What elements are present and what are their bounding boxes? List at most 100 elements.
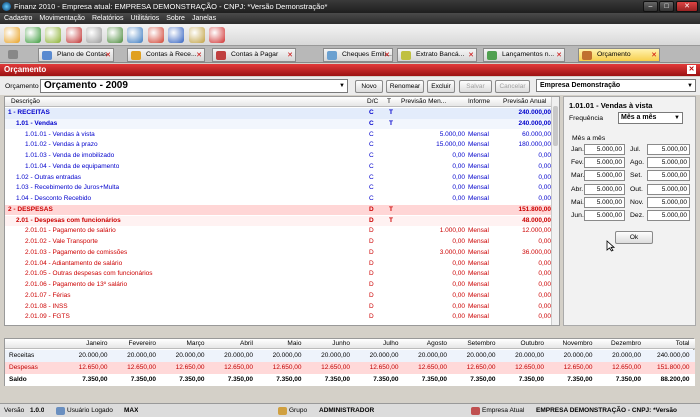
empresa-select[interactable]: Empresa Demonstração ▼ [536, 79, 696, 92]
table-row[interactable]: 2.01.07 - Férias D 0,00 Mensal 0,00 [5, 290, 553, 302]
close-window-button[interactable]: ✕ [676, 1, 698, 12]
month-value-field[interactable]: 5.000,00 [647, 210, 690, 221]
row-prev-mensal[interactable]: 5.000,00 [401, 130, 465, 141]
tab-close-icon[interactable]: ✕ [287, 50, 293, 61]
minimize-button[interactable]: – [643, 1, 658, 12]
month-value-field[interactable]: 5.000,00 [584, 210, 625, 221]
table-row[interactable]: 1.01 - Vendas C T 240.000,00 [5, 118, 553, 130]
table-row[interactable]: 1.01.01 - Vendas à vista C 5.000,00 Mensal 6… [5, 129, 553, 141]
row-informe[interactable]: Mensal [468, 291, 489, 302]
frequencia-select[interactable]: Mês a mês ▼ [618, 112, 683, 124]
tab-2[interactable]: Contas à Pagar ✕ [212, 48, 296, 62]
exchange-icon[interactable] [45, 27, 61, 43]
tab-3[interactable]: Cheques Emiti... ✕ [323, 48, 393, 62]
row-informe[interactable]: Mensal [468, 130, 489, 141]
tab-close-icon[interactable]: ✕ [105, 50, 111, 61]
month-value-field[interactable]: 5.000,00 [647, 170, 690, 182]
maximize-button[interactable]: □ [659, 1, 674, 12]
row-prev-mensal[interactable]: 0,00 [401, 312, 465, 323]
table-row[interactable]: 2.01.04 - Adiantamento de salário D 0,00 Me… [5, 258, 553, 270]
power-icon[interactable] [209, 27, 225, 43]
table-row[interactable]: 1.04 - Desconto Recebido C 0,00 Mensal 0,00 [5, 194, 553, 205]
col-t[interactable]: T [387, 97, 391, 107]
month-value-field[interactable]: 5.000,00 [584, 157, 625, 169]
month-value-field[interactable]: 5.000,00 [584, 170, 625, 182]
key-icon[interactable] [188, 27, 205, 43]
table-row[interactable]: 2 - DESPESAS D T 151.800,00 [5, 204, 553, 216]
table-row[interactable]: 2.01.09 - FGTS D 0,00 Mensal 0,00 [5, 312, 553, 323]
table-row[interactable]: 2.01.02 - Vale Transporte D 0,00 Mensal 0,00 [5, 237, 553, 248]
tab-close-icon[interactable]: ✕ [556, 50, 562, 61]
row-prev-mensal[interactable]: 0,00 [401, 183, 465, 194]
chart-icon[interactable] [127, 27, 143, 43]
row-informe[interactable]: Mensal [468, 226, 489, 237]
scrollbar-thumb[interactable] [553, 106, 558, 146]
row-informe[interactable]: Mensal [468, 269, 489, 280]
tab-close-icon[interactable]: ✕ [651, 50, 657, 61]
tab-close-icon[interactable]: ✕ [384, 50, 390, 61]
col-prev-mensal[interactable]: Previsão Men... [401, 97, 446, 107]
table-row[interactable]: 1.01.02 - Vendas à prazo C 15.000,00 Mensal… [5, 140, 553, 151]
grid-scrollbar[interactable] [551, 97, 559, 325]
row-prev-mensal[interactable]: 0,00 [401, 173, 465, 184]
table-row[interactable]: 2.01.05 - Outras despesas com funcionári… [5, 269, 553, 280]
money-icon[interactable] [24, 27, 41, 43]
month-value-field[interactable]: 5.000,00 [647, 196, 690, 208]
pen-icon[interactable] [86, 27, 102, 43]
tab-close-icon[interactable]: ✕ [196, 50, 202, 61]
cash-icon[interactable] [106, 27, 123, 43]
table-row[interactable]: 2.01.03 - Pagamento de comissões D 3.000,0… [5, 247, 553, 259]
table-row[interactable]: 1.02 - Outras entradas C 0,00 Mensal 0,00 [5, 172, 553, 184]
row-informe[interactable]: Mensal [468, 237, 489, 248]
novo-button[interactable]: Novo [355, 80, 383, 93]
month-value-field[interactable]: 5.000,00 [647, 157, 690, 169]
table-row[interactable]: 1 - RECEITAS C T 240.000,00 [5, 108, 553, 119]
menu-item-1[interactable]: Movimentação [39, 13, 85, 24]
row-prev-mensal[interactable]: 0,00 [401, 259, 465, 270]
row-informe[interactable]: Mensal [468, 173, 489, 184]
tab-close-icon[interactable]: ✕ [468, 50, 474, 61]
tab-1[interactable]: Contas à Rece... ✕ [127, 48, 205, 62]
cancelar-button[interactable]: Cancelar [495, 80, 530, 93]
row-informe[interactable]: Mensal [468, 302, 489, 313]
row-prev-mensal[interactable]: 1.000,00 [401, 226, 465, 237]
orcamento-select[interactable]: Orçamento - 2009 ▼ [40, 79, 348, 93]
tab-0[interactable]: Plano de Contas ✕ [38, 48, 114, 62]
row-prev-mensal[interactable]: 0,00 [401, 291, 465, 302]
row-informe[interactable]: Mensal [468, 151, 489, 162]
table-row[interactable]: 1.03 - Recebimento de Juros+Multa C 0,00 Me… [5, 183, 553, 194]
tab-6[interactable]: Orçamento ✕ [578, 48, 660, 62]
table-row[interactable]: 2.01.01 - Pagamento de salário D 1.000,00 M… [5, 226, 553, 237]
row-informe[interactable]: Mensal [468, 312, 489, 323]
row-prev-mensal[interactable]: 0,00 [401, 162, 465, 173]
excluir-button[interactable]: Excluir [427, 80, 455, 93]
menu-item-4[interactable]: Sobre [166, 13, 185, 24]
col-dc[interactable]: D/C [367, 97, 378, 107]
month-value-field[interactable]: 5.000,00 [647, 183, 690, 195]
row-prev-mensal[interactable]: 0,00 [401, 194, 465, 205]
month-value-field[interactable]: 5.000,00 [584, 144, 625, 155]
table-row[interactable]: 2.01 - Despesas com funcionários D T 48.000… [5, 215, 553, 227]
row-prev-mensal[interactable]: 0,00 [401, 280, 465, 291]
row-prev-mensal[interactable]: 0,00 [401, 237, 465, 248]
col-prev-anual[interactable]: Previsão Anual [503, 97, 546, 107]
table-row[interactable]: 2.01.08 - INSS D 0,00 Mensal 0,00 [5, 301, 553, 313]
table-row[interactable]: 1.01.04 - Venda de equipamento C 0,00 Mensa… [5, 161, 553, 173]
row-informe[interactable]: Mensal [468, 162, 489, 173]
tab-4[interactable]: Extrato Bancá... ✕ [397, 48, 477, 62]
pin-icon[interactable] [8, 50, 18, 59]
pie-chart-icon[interactable] [147, 27, 164, 43]
row-informe[interactable]: Mensal [468, 280, 489, 291]
row-informe[interactable]: Mensal [468, 248, 489, 259]
bank-icon[interactable] [65, 27, 82, 43]
row-informe[interactable]: Mensal [468, 140, 489, 151]
close-form-button[interactable]: ✕ [687, 65, 696, 74]
renomear-button[interactable]: Renomear [386, 80, 424, 93]
tab-5[interactable]: Lançamentos n... ✕ [483, 48, 565, 62]
row-informe[interactable]: Mensal [468, 259, 489, 270]
month-value-field[interactable]: 5.000,00 [584, 196, 625, 208]
col-descricao[interactable]: Descrição [11, 97, 40, 107]
row-informe[interactable]: Mensal [468, 183, 489, 194]
menu-item-0[interactable]: Cadastro [4, 13, 32, 24]
salvar-button[interactable]: Salvar [459, 80, 492, 93]
